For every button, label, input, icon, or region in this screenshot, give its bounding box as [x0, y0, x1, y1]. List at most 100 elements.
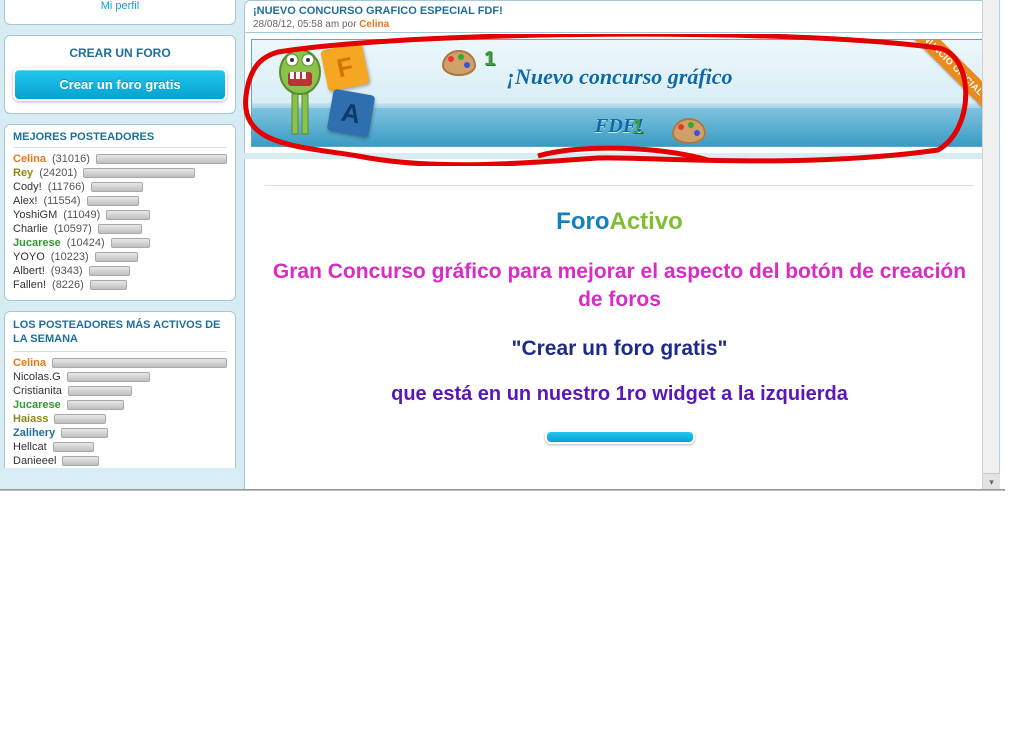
poster-bar-fill [90, 280, 127, 290]
poster-bar-fill [98, 224, 142, 234]
poster-bar-fill [53, 442, 95, 452]
scrollbar[interactable]: ▾ [982, 0, 999, 490]
poster-name-link[interactable]: Fallen! [13, 278, 46, 292]
poster-name-link[interactable]: Haiass [13, 412, 48, 426]
poster-name-link[interactable]: Cristianita [13, 384, 62, 398]
poster-name-link[interactable]: YoshiGM [13, 208, 57, 222]
poster-row: Albert! (9343) [13, 264, 227, 278]
poster-row: Celina [13, 356, 227, 370]
foroactivo-logo: ForoActivo [265, 208, 974, 236]
poster-count: (10223) [51, 250, 89, 264]
poster-bar [111, 238, 227, 248]
poster-bar-fill [67, 372, 150, 382]
poster-bar [61, 428, 227, 438]
topic-author-link[interactable]: Celina [359, 19, 389, 30]
poster-bar-fill [96, 154, 227, 164]
contest-banner[interactable]: F A 1 ¡Nuevo concurso gráfico 1 FDF! ANU… [251, 39, 988, 147]
poster-name-link[interactable]: Alex! [13, 194, 37, 208]
poster-row: Hellcat [13, 440, 227, 454]
topic-date: 28/08/12, 05:58 am por [253, 19, 359, 30]
poster-bar [67, 400, 227, 410]
poster-bar [106, 210, 227, 220]
poster-bar-fill [91, 182, 143, 192]
poster-bar-fill [52, 358, 227, 368]
poster-name-link[interactable]: Charlie [13, 222, 48, 236]
poster-row: Cristianita [13, 384, 227, 398]
banner-subtitle: FDF! [252, 115, 987, 138]
poster-bar-fill [95, 252, 139, 262]
banner-title: ¡Nuevo concurso gráfico [252, 64, 987, 90]
poster-name-link[interactable]: Celina [13, 356, 46, 370]
poster-bar [67, 372, 227, 382]
poster-row: Zalihery [13, 426, 227, 440]
poster-count: (11766) [48, 180, 85, 194]
poster-name-link[interactable]: Hellcat [13, 440, 47, 454]
poster-name-link[interactable]: Danieeel [13, 454, 56, 468]
logo-part-activo: Activo [609, 208, 682, 235]
poster-count: (31016) [52, 152, 90, 166]
poster-bar-fill [68, 386, 132, 396]
post-headline: Gran Concurso gráfico para mejorar el as… [265, 258, 974, 315]
poster-bar [89, 266, 227, 276]
poster-row: Rey (24201) [13, 166, 227, 180]
banner-frame: F A 1 ¡Nuevo concurso gráfico 1 FDF! ANU… [244, 33, 995, 153]
poster-bar [98, 224, 227, 234]
poster-name-link[interactable]: Jucarese [13, 398, 61, 412]
profile-widget: Mi perfil [4, 0, 236, 25]
profile-link[interactable]: Mi perfil [13, 0, 227, 16]
poster-bar [96, 154, 227, 164]
poster-bar [91, 182, 227, 192]
poster-row: Celina (31016) [13, 152, 227, 166]
poster-bar [90, 280, 227, 290]
poster-bar-fill [111, 238, 151, 248]
poster-bar-fill [83, 168, 195, 178]
top-posters-widget: MEJORES POSTEADORES Celina (31016)Rey (2… [4, 124, 236, 301]
poster-name-link[interactable]: Albert! [13, 264, 45, 278]
poster-row: Alex! (11554) [13, 194, 227, 208]
scroll-down-arrow-icon[interactable]: ▾ [983, 473, 1000, 490]
poster-name-link[interactable]: Jucarese [13, 236, 61, 250]
poster-row: Haiass [13, 412, 227, 426]
poster-count: (24201) [39, 166, 77, 180]
poster-name-link[interactable]: Nicolas.G [13, 370, 61, 384]
poster-bar [62, 456, 227, 466]
poster-bar [54, 414, 227, 424]
topic-title-link[interactable]: ¡NUEVO CONCURSO GRAFICO ESPECIAL FDF! [253, 5, 986, 17]
week-posters-heading: LOS POSTEADORES MÁS ACTIVOS DE LA SEMANA [13, 318, 227, 352]
create-forum-title: CREAR UN FORO [13, 42, 227, 68]
week-posters-widget: LOS POSTEADORES MÁS ACTIVOS DE LA SEMANA… [4, 311, 236, 468]
poster-row: Fallen! (8226) [13, 278, 227, 292]
create-forum-widget: CREAR UN FORO Crear un foro gratis [4, 35, 236, 114]
poster-bar-fill [106, 210, 149, 220]
poster-name-link[interactable]: Rey [13, 166, 33, 180]
poster-name-link[interactable]: YOYO [13, 250, 45, 264]
poster-bar-fill [67, 400, 125, 410]
poster-row: Cody! (11766) [13, 180, 227, 194]
poster-bar-fill [61, 428, 107, 438]
poster-name-link[interactable]: Cody! [13, 180, 42, 194]
topic-header: ¡NUEVO CONCURSO GRAFICO ESPECIAL FDF! 28… [244, 0, 995, 33]
poster-count: (11049) [63, 208, 100, 222]
poster-row: Charlie (10597) [13, 222, 227, 236]
poster-count: (10424) [67, 236, 105, 250]
sample-button-preview [545, 430, 695, 444]
poster-row: Nicolas.G [13, 370, 227, 384]
post-subline: que está en un nuestro 1ro widget a la i… [265, 383, 974, 406]
topic-meta: 28/08/12, 05:58 am por Celina [253, 17, 986, 30]
poster-bar [52, 358, 227, 368]
poster-name-link[interactable]: Zalihery [13, 426, 55, 440]
logo-part-foro: Foro [556, 208, 609, 235]
window-divider [0, 489, 1005, 491]
poster-bar [87, 196, 227, 206]
poster-bar-fill [62, 456, 98, 466]
poster-count: (8226) [52, 278, 84, 292]
poster-bar [68, 386, 227, 396]
create-forum-button[interactable]: Crear un foro gratis [13, 68, 227, 101]
poster-bar-fill [89, 266, 131, 276]
poster-name-link[interactable]: Celina [13, 152, 46, 166]
poster-row: Jucarese [13, 398, 227, 412]
poster-bar [53, 442, 227, 452]
poster-row: YOYO (10223) [13, 250, 227, 264]
poster-bar-fill [54, 414, 106, 424]
poster-row: Danieeel [13, 454, 227, 468]
